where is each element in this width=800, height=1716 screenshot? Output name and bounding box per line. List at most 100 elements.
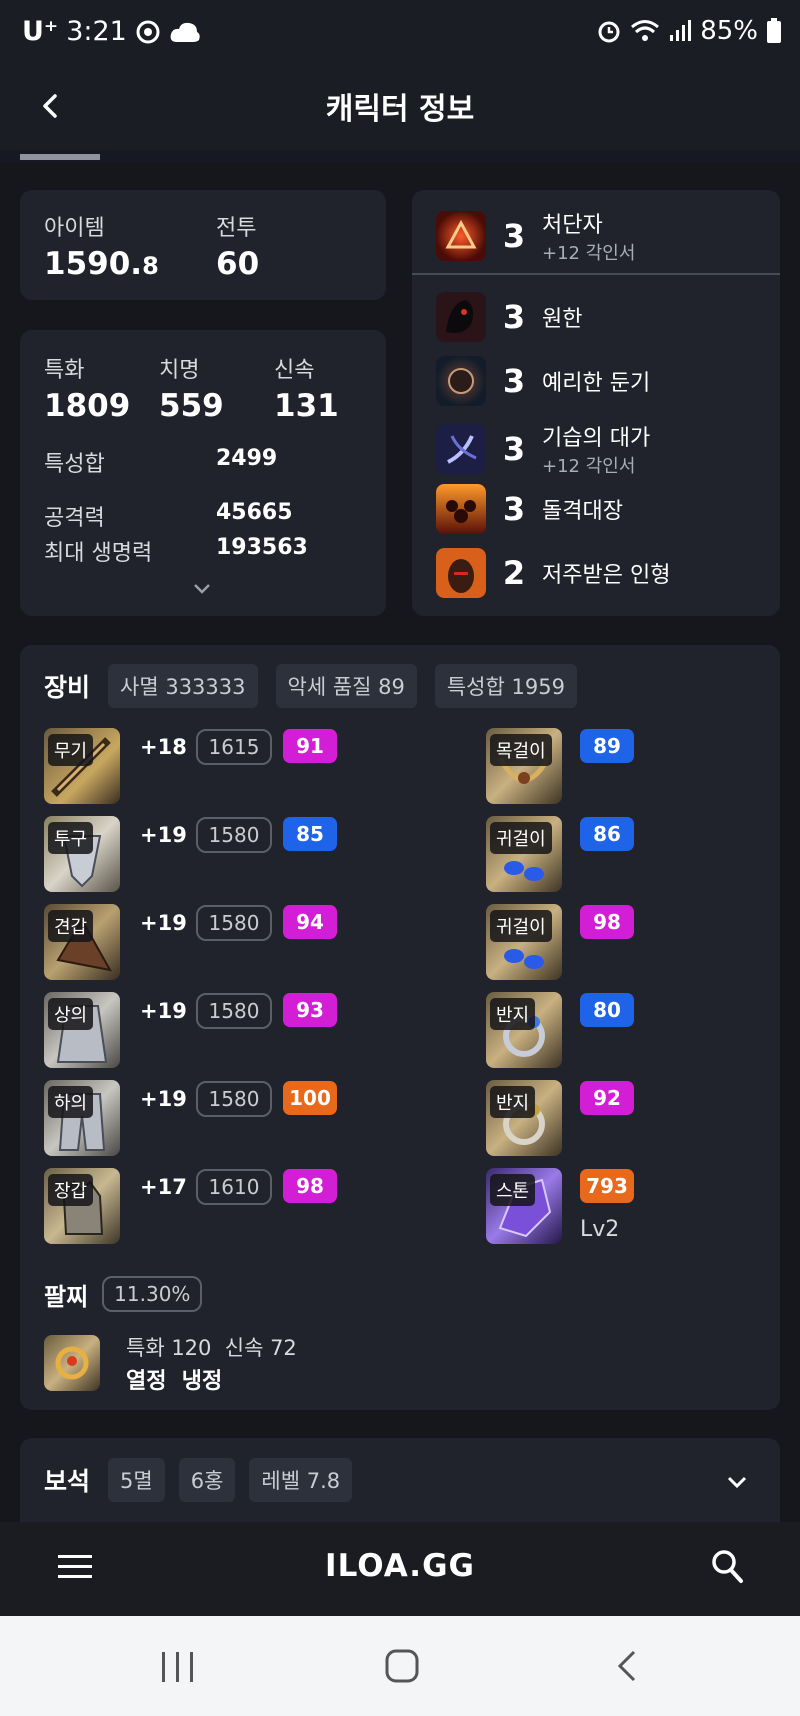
pants-slot[interactable]: 하의 — [44, 1080, 120, 1156]
slot-label: 장갑 — [48, 1174, 94, 1206]
stone-level: Lv2 — [580, 1217, 620, 1242]
slot-label: 투구 — [48, 822, 94, 854]
combat-level-label: 전투 — [216, 216, 257, 241]
helmet-slot[interactable]: 투구 — [44, 816, 120, 892]
stone-slot[interactable]: 스톤 — [486, 1168, 562, 1244]
divider — [412, 273, 780, 275]
total-stat-label: 특성합 — [44, 452, 105, 477]
upgrade-level: +18 — [140, 735, 187, 759]
quality-badge: 92 — [580, 1081, 634, 1115]
gems-chip: 레벨 7.8 — [249, 1458, 353, 1502]
page-title: 캐릭터 정보 — [325, 92, 475, 127]
upgrade-level: +19 — [140, 823, 187, 847]
tab-indicator — [20, 154, 100, 160]
slot-label: 하의 — [48, 1086, 94, 1118]
swift-label: 신속 — [274, 358, 315, 383]
engraving-level: 3 — [502, 430, 526, 468]
tab-bar — [0, 150, 800, 162]
engraving-row[interactable]: 3 예리한 둔기 — [436, 356, 650, 406]
wifi-icon — [631, 20, 660, 41]
bracelet-slot[interactable] — [44, 1335, 100, 1391]
home-icon[interactable] — [384, 1648, 420, 1684]
status-bar: U⁺ 3:21 85% — [0, 0, 800, 70]
expand-chevron-icon[interactable] — [192, 582, 212, 596]
upgrade-level: +19 — [140, 911, 187, 935]
spec-label: 특화 — [44, 358, 85, 383]
engraving-name: 저주받은 인형 — [542, 563, 671, 588]
item-level-badge: 1610 — [196, 1169, 272, 1205]
equipment-card: 장비 사멸 333333 악세 품질 89 특성합 1959 무기 +18 16… — [20, 645, 780, 1410]
slot-label: 상의 — [48, 998, 94, 1030]
engraving-name: 처단자 — [542, 213, 603, 238]
earring-slot[interactable]: 귀걸이 — [486, 904, 562, 980]
ring-slot[interactable]: 반지 — [486, 1080, 562, 1156]
bracelet-effects: 열정 냉정 — [126, 1369, 223, 1394]
stats-card: 특화 1809 치명 559 신속 131 특성합 2499 공격력 45665… — [20, 330, 386, 616]
cloud-icon — [170, 22, 200, 42]
quality-badge: 98 — [283, 1169, 337, 1203]
quality-badge: 793 — [580, 1169, 634, 1203]
equipment-chip: 악세 품질 89 — [275, 664, 417, 708]
engraving-level: 3 — [502, 362, 526, 400]
back-nav-icon[interactable] — [612, 1648, 642, 1684]
engraving-level: 2 — [502, 554, 526, 592]
ring-slot[interactable]: 반지 — [486, 992, 562, 1068]
engraving-icon — [436, 424, 486, 474]
chevron-down-icon[interactable] — [726, 1474, 748, 1490]
slot-label: 무기 — [48, 734, 94, 766]
engraving-row[interactable]: 3 처단자 +12 각인서 — [436, 207, 635, 265]
engraving-row[interactable]: 3 돌격대장 — [436, 484, 623, 534]
slot-label: 귀걸이 — [490, 910, 552, 942]
app-logo[interactable]: ILOA.GG — [0, 1548, 800, 1584]
slot-label: 견갑 — [48, 910, 94, 942]
gems-chip: 5멸 — [108, 1458, 165, 1502]
app-header: 캐릭터 정보 — [0, 70, 800, 150]
engraving-row[interactable]: 3 기습의 대가 +12 각인서 — [436, 420, 650, 478]
battery-icon — [767, 18, 781, 43]
item-level-label: 아이템 — [44, 216, 105, 241]
earring-slot[interactable]: 귀걸이 — [486, 816, 562, 892]
clock: 3:21 — [66, 16, 127, 47]
engraving-row[interactable]: 2 저주받은 인형 — [436, 548, 670, 598]
spec-value: 1809 — [44, 388, 131, 424]
item-level-badge: 1580 — [196, 993, 272, 1029]
engraving-row[interactable]: 3 원한 — [436, 292, 582, 342]
shoulder-slot[interactable]: 견갑 — [44, 904, 120, 980]
necklace-slot[interactable]: 목걸이 — [486, 728, 562, 804]
quality-badge: 85 — [283, 817, 337, 851]
engraving-level: 3 — [502, 217, 526, 255]
chest-slot[interactable]: 상의 — [44, 992, 120, 1068]
weapon-slot[interactable]: 무기 — [44, 728, 120, 804]
gems-chip: 6홍 — [178, 1458, 236, 1502]
quality-badge: 91 — [283, 729, 337, 763]
item-level-value: 1590.8 — [44, 246, 159, 282]
engraving-icon — [436, 484, 486, 534]
equipment-title: 장비 — [44, 673, 91, 702]
item-level-badge: 1580 — [196, 905, 272, 941]
engraving-name: 원한 — [542, 307, 583, 332]
quality-badge: 100 — [283, 1081, 337, 1115]
slot-label: 반지 — [490, 1086, 536, 1118]
carrier-label: U⁺ — [22, 16, 59, 47]
bracelet-stats: 특화 120 신속 72 — [126, 1336, 297, 1360]
quality-badge: 98 — [580, 905, 634, 939]
quality-badge: 89 — [580, 729, 634, 763]
equipment-chip: 특성합 1959 — [434, 664, 577, 708]
crit-label: 치명 — [159, 358, 200, 383]
recent-apps-icon[interactable] — [160, 1650, 196, 1684]
crit-value: 559 — [159, 388, 224, 424]
engraving-icon — [436, 211, 486, 261]
engraving-icon — [436, 356, 486, 406]
quality-badge: 86 — [580, 817, 634, 851]
engraving-name: 돌격대장 — [542, 499, 623, 524]
engraving-book: +12 각인서 — [542, 456, 636, 477]
search-icon[interactable] — [710, 1548, 744, 1584]
engraving-icon — [436, 548, 486, 598]
engravings-card: 3 처단자 +12 각인서 3 원한 3 예리한 둔기 3 기습의 대가 +12… — [412, 190, 780, 616]
hp-label: 최대 생명력 — [44, 541, 153, 566]
sync-icon — [136, 20, 160, 43]
item-level-int: 1590. — [44, 246, 143, 282]
engraving-name: 예리한 둔기 — [542, 371, 651, 396]
engraving-level: 3 — [502, 490, 526, 528]
gloves-slot[interactable]: 장갑 — [44, 1168, 120, 1244]
